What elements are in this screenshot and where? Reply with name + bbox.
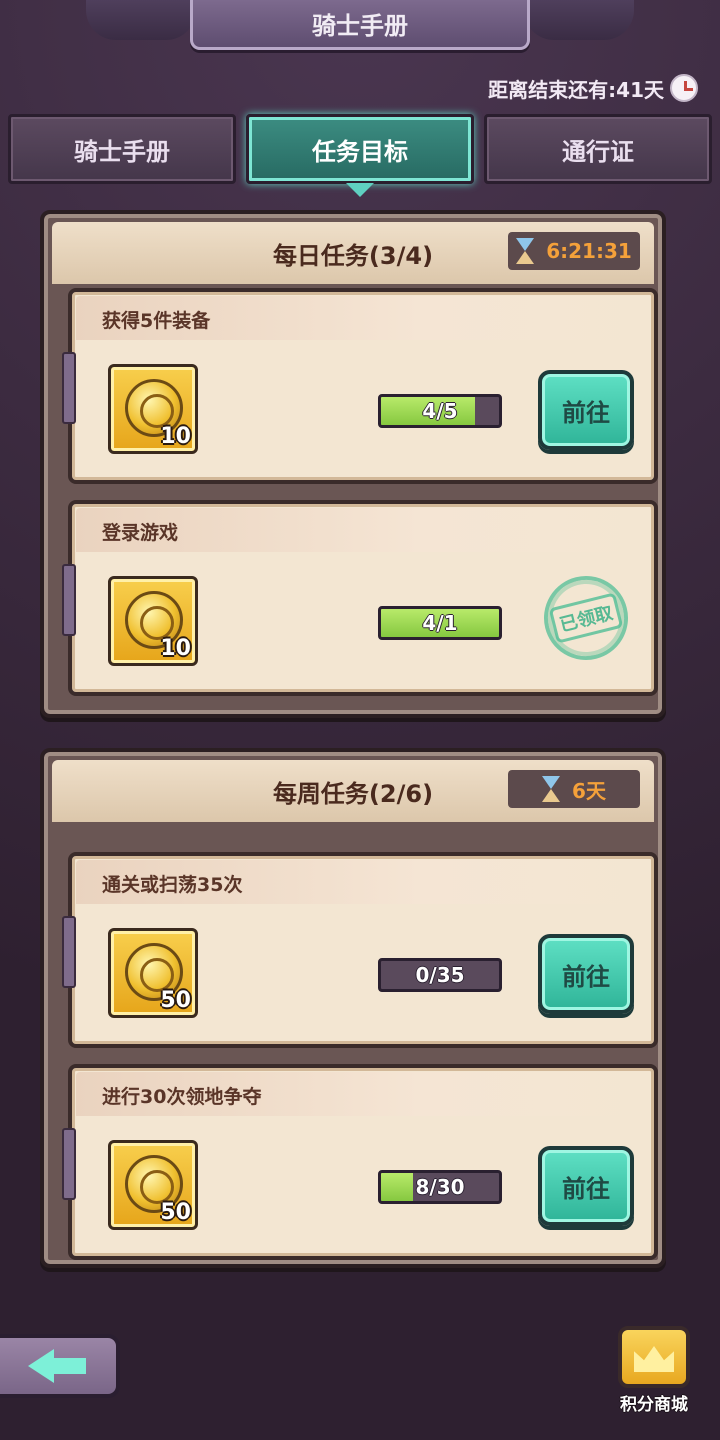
event-countdown: 距离结束还有:41天 [488, 68, 698, 108]
task-title: 登录游戏 [102, 522, 179, 544]
weekly-tasks-title: 每周任务(2/6) [272, 779, 434, 808]
task-progress-bar: 0/35 [378, 958, 502, 992]
task-progress-bar: 8/30 [378, 1170, 502, 1204]
reward-quantity: 10 [160, 424, 191, 449]
go-button[interactable]: 前往 [538, 370, 634, 450]
weekly-timer: 6天 [508, 770, 640, 808]
task-progress-bar: 4/5 [378, 394, 502, 428]
tab-bar: 骑士手册 任务目标 通行证 [8, 114, 712, 197]
hourglass-icon [542, 776, 561, 802]
progress-text: 4/5 [422, 399, 458, 423]
back-button[interactable] [0, 1334, 120, 1398]
tab-task-goals[interactable]: 任务目标 [246, 114, 474, 197]
header-decoration-left [86, 0, 196, 40]
daily-timer-text: 6:21:31 [546, 239, 632, 263]
task-title: 进行30次领地争夺 [102, 1086, 262, 1108]
clock-icon [670, 74, 698, 102]
reward-quantity: 10 [160, 636, 191, 661]
hourglass-icon [516, 238, 535, 264]
points-shop-label: 积分商城 [620, 1395, 688, 1415]
task-card: 获得5件装备 10 4/5 前往 [62, 288, 658, 484]
progress-text: 0/35 [415, 963, 465, 987]
daily-tasks-panel: 每日任务(3/4) 6:21:31 获得5件装备 10 4/5 前往 登录游戏 … [40, 210, 666, 718]
task-card-tab [62, 352, 76, 424]
task-card: 通关或扫荡35次 50 0/35 前往 [62, 852, 658, 1048]
weekly-timer-text: 6天 [572, 778, 606, 803]
tab-pass[interactable]: 通行证 [484, 114, 712, 184]
task-progress-bar: 4/1 [378, 606, 502, 640]
header-decoration-right [524, 0, 634, 40]
weekly-tasks-panel: 每周任务(2/6) 6天 通关或扫荡35次 50 0/35 前往 进行30次领地… [40, 748, 666, 1268]
daily-timer: 6:21:31 [508, 232, 640, 270]
reward-item[interactable]: 10 [108, 364, 198, 454]
progress-text: 4/1 [422, 611, 458, 635]
task-card-tab [62, 916, 76, 988]
task-title: 通关或扫荡35次 [102, 874, 243, 896]
claimed-stamp: 已领取 [535, 567, 637, 669]
crown-icon [634, 1346, 674, 1372]
countdown-text: 距离结束还有:41天 [488, 77, 664, 102]
go-button[interactable]: 前往 [538, 1146, 634, 1226]
reward-quantity: 50 [160, 1200, 191, 1225]
shop-icon-frame [618, 1326, 690, 1388]
task-card: 登录游戏 10 4/1 已领取 [62, 500, 658, 696]
page-title: 骑士手册 [190, 0, 530, 50]
go-button[interactable]: 前往 [538, 934, 634, 1014]
reward-quantity: 50 [160, 988, 191, 1013]
reward-item[interactable]: 50 [108, 928, 198, 1018]
task-title: 获得5件装备 [102, 310, 211, 332]
reward-item[interactable]: 10 [108, 576, 198, 666]
progress-text: 8/30 [415, 1175, 465, 1199]
task-card-tab [62, 1128, 76, 1200]
claimed-label: 已领取 [548, 592, 624, 644]
daily-tasks-title: 每日任务(3/4) [272, 241, 434, 270]
weekly-tasks-header: 每周任务(2/6) 6天 [52, 760, 654, 822]
reward-item[interactable]: 50 [108, 1140, 198, 1230]
task-card-tab [62, 564, 76, 636]
task-card: 进行30次领地争夺 50 8/30 前往 [62, 1064, 658, 1260]
arrow-left-icon [28, 1349, 88, 1383]
daily-tasks-header: 每日任务(3/4) 6:21:31 [52, 222, 654, 284]
tab-knight-handbook[interactable]: 骑士手册 [8, 114, 236, 184]
points-shop-button[interactable]: 积分商城 [608, 1326, 700, 1418]
